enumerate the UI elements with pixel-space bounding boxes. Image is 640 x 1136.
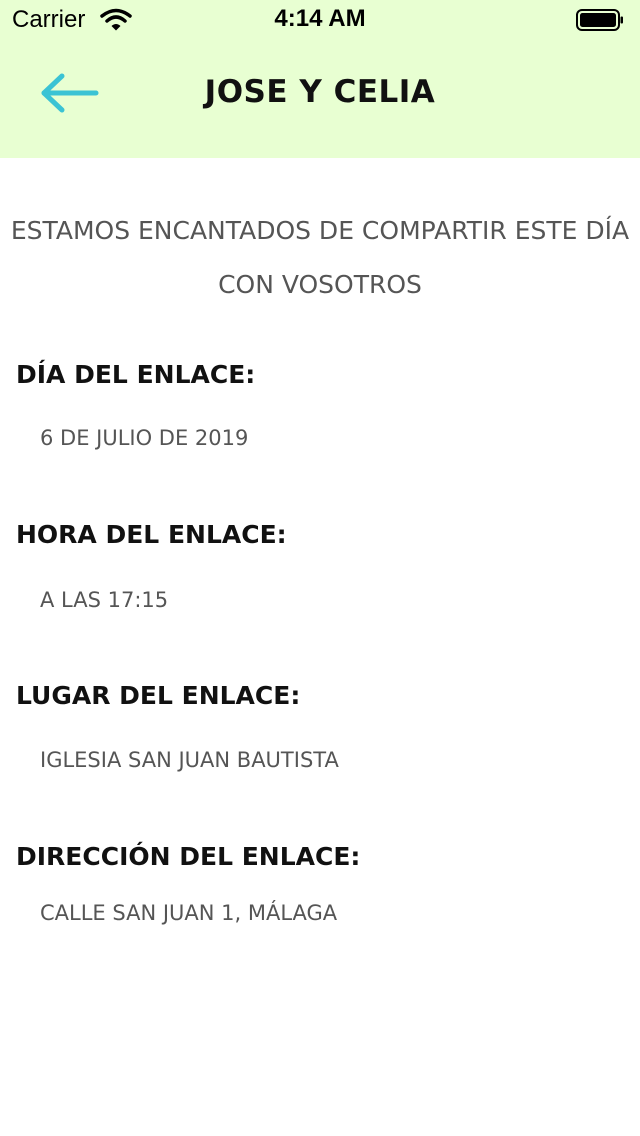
- detail-label-place: LUGAR DEL ENLACE:: [16, 681, 301, 710]
- detail-value-address: CALLE SAN JUAN 1, MÁLAGA: [40, 901, 338, 925]
- intro-text: ESTAMOS ENCANTADOS DE COMPARTIR ESTE DÍA…: [10, 216, 630, 299]
- page-title: JOSE Y CELIA: [204, 74, 436, 110]
- battery-icon: [576, 9, 624, 31]
- clock-label: 4:14 AM: [274, 5, 366, 32]
- detail-label-address: DIRECCIÓN DEL ENLACE:: [16, 842, 361, 871]
- detail-label-time: HORA DEL ENLACE:: [16, 520, 287, 549]
- detail-value-time: A LAS 17:15: [40, 588, 169, 612]
- detail-label-day: DÍA DEL ENLACE:: [16, 360, 256, 389]
- detail-value-day: 6 DE JULIO DE 2019: [40, 426, 249, 450]
- detail-value-place: IGLESIA SAN JUAN BAUTISTA: [40, 748, 339, 772]
- status-bar: Carrier 4:14 AM: [0, 0, 640, 40]
